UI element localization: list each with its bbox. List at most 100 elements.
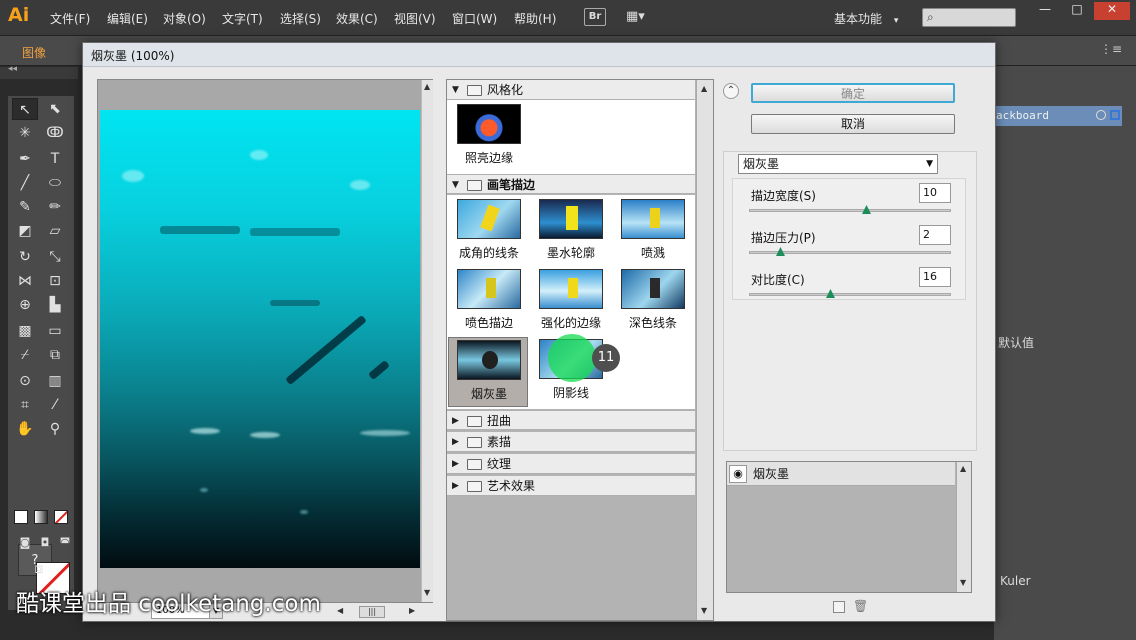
scroll-up-icon[interactable]: ▲ <box>424 82 430 91</box>
category-brush-strokes[interactable]: ▼ 画笔描边 <box>447 174 695 194</box>
column-graph-tool-icon[interactable]: ▥ <box>42 370 68 392</box>
scroll-down-icon[interactable]: ▼ <box>424 588 430 597</box>
free-transform-tool-icon[interactable]: ⊡ <box>42 270 68 292</box>
type-tool-icon[interactable]: T <box>42 148 68 170</box>
reset-defaults-label[interactable]: 默认值 <box>998 334 1034 351</box>
category-distort[interactable]: ▶ 扭曲 <box>447 410 695 430</box>
slider-thumb[interactable] <box>862 205 871 214</box>
blend-tool-icon[interactable]: ⧉ <box>42 344 68 366</box>
eraser-tool-icon[interactable]: ▱ <box>42 220 68 242</box>
preview-vertical-scrollbar[interactable]: ▲ ▼ <box>421 80 433 602</box>
bridge-button[interactable]: Br <box>584 8 606 26</box>
pen-tool-icon[interactable]: ✒ <box>12 148 38 170</box>
category-texture[interactable]: ▶ 纹理 <box>447 454 695 474</box>
menu-select[interactable]: 选择(S) <box>280 10 321 27</box>
kuler-panel-tab[interactable]: Kuler <box>1000 574 1031 588</box>
maximize-button[interactable]: □ <box>1062 2 1092 20</box>
category-artistic[interactable]: ▶ 艺术效果 <box>447 476 695 496</box>
filter-thumbnail[interactable]: 喷溅 <box>613 197 693 267</box>
scroll-up-icon[interactable]: ▲ <box>701 84 707 93</box>
scroll-left-icon[interactable]: ◀ <box>337 606 343 615</box>
mesh-tool-icon[interactable]: ▩ <box>12 320 38 342</box>
magic-wand-tool-icon[interactable]: ✳ <box>12 122 38 144</box>
menu-type[interactable]: 文字(T) <box>222 10 263 27</box>
filter-select[interactable]: 烟灰墨 ▼ <box>738 154 938 174</box>
menu-view[interactable]: 视图(V) <box>394 10 436 27</box>
selection-square-icon[interactable] <box>1110 110 1120 120</box>
line-tool-icon[interactable]: ╱ <box>12 172 38 194</box>
rotate-tool-icon[interactable]: ↻ <box>12 246 38 268</box>
blob-brush-tool-icon[interactable]: ◩ <box>12 220 38 242</box>
menu-edit[interactable]: 编辑(E) <box>107 10 148 27</box>
gradient-mode-icon[interactable] <box>34 510 48 524</box>
cancel-button[interactable]: 取消 <box>751 114 955 134</box>
width-tool-icon[interactable]: ⋈ <box>12 270 38 292</box>
paintbrush-tool-icon[interactable]: ✎ <box>12 196 38 218</box>
lasso-tool-icon[interactable]: ↂ <box>42 122 68 144</box>
perspective-grid-tool-icon[interactable]: ▙ <box>42 294 68 316</box>
minimize-button[interactable]: — <box>1030 2 1060 20</box>
collapse-gallery-button[interactable]: ⌃ <box>723 83 739 99</box>
contrast-slider[interactable] <box>749 289 951 298</box>
eye-icon[interactable]: ◉ <box>729 465 747 483</box>
screen-mode-icon[interactable]: ⧈ <box>26 558 52 580</box>
contrast-field[interactable]: 16 <box>919 267 951 287</box>
zoom-tool-icon[interactable]: ⚲ <box>42 418 68 440</box>
ellipse-tool-icon[interactable]: ⬭ <box>42 172 68 194</box>
slider-thumb[interactable] <box>776 247 785 256</box>
stroke-pressure-slider[interactable] <box>749 247 951 256</box>
target-circle-icon[interactable] <box>1096 110 1106 120</box>
scroll-right-icon[interactable]: ▶ <box>409 606 415 615</box>
none-mode-icon[interactable] <box>54 510 68 524</box>
browser-vertical-scrollbar[interactable]: ▲ ▼ <box>696 80 713 620</box>
gradient-tool-icon[interactable]: ▭ <box>42 320 68 342</box>
ok-button[interactable]: 确定 <box>751 83 955 103</box>
pencil-tool-icon[interactable]: ✏ <box>42 196 68 218</box>
eyedropper-tool-icon[interactable]: ⌿ <box>12 344 38 366</box>
filter-thumbnail[interactable]: 照亮边缘 <box>449 102 529 172</box>
preview-horizontal-scrollbar[interactable]: ◀ ||| ▶ <box>337 605 419 619</box>
collapse-arrows-icon[interactable]: ◂◂ <box>8 64 17 74</box>
direct-selection-tool-icon[interactable]: ⬉ <box>42 98 68 120</box>
slice-tool-icon[interactable]: ⁄ <box>42 394 68 416</box>
trash-icon[interactable]: 🗑 <box>853 599 868 613</box>
panel-menu-icon[interactable]: ⋮≡ <box>1100 42 1122 56</box>
scroll-down-icon[interactable]: ▼ <box>701 606 707 615</box>
color-mode-icon[interactable] <box>14 510 28 524</box>
category-stylize[interactable]: ▼ 风格化 <box>447 80 695 100</box>
scroll-up-icon[interactable]: ▲ <box>960 464 966 473</box>
close-button[interactable]: ✕ <box>1094 2 1130 20</box>
filter-thumbnail[interactable]: 墨水轮廓 <box>531 197 611 267</box>
filter-thumbnail[interactable]: 喷色描边 <box>449 267 529 337</box>
preview-pane[interactable]: ▲ ▼ <box>97 79 433 603</box>
selection-tool-icon[interactable]: ↖ <box>12 98 38 120</box>
menu-file[interactable]: 文件(F) <box>50 10 90 27</box>
stroke-pressure-field[interactable]: 2 <box>919 225 951 245</box>
scroll-down-icon[interactable]: ▼ <box>960 578 966 587</box>
slider-thumb[interactable] <box>826 289 835 298</box>
hand-tool-icon[interactable]: ✋ <box>12 418 38 440</box>
filter-thumbnail[interactable]: 强化的边缘 <box>531 267 611 337</box>
filter-thumbnail[interactable]: 深色线条 <box>613 267 693 337</box>
stroke-width-slider[interactable] <box>749 205 951 214</box>
control-bar-label[interactable]: 图像 <box>22 44 46 61</box>
draw-inside-icon[interactable]: ◚ <box>52 532 78 554</box>
menu-object[interactable]: 对象(O) <box>163 10 206 27</box>
menu-help[interactable]: 帮助(H) <box>514 10 556 27</box>
workspace-switcher[interactable]: 基本功能 ▾ <box>834 10 898 27</box>
shape-builder-tool-icon[interactable]: ⊕ <box>12 294 38 316</box>
layers-vertical-scrollbar[interactable]: ▲ ▼ <box>956 462 971 592</box>
menu-effect[interactable]: 效果(C) <box>336 10 378 27</box>
new-effect-layer-icon[interactable] <box>833 601 845 613</box>
category-sketch[interactable]: ▶ 素描 <box>447 432 695 452</box>
menu-window[interactable]: 窗口(W) <box>452 10 497 27</box>
scale-tool-icon[interactable]: ⤡ <box>42 246 68 268</box>
symbol-sprayer-tool-icon[interactable]: ⊙ <box>12 370 38 392</box>
filter-thumbnail[interactable]: 成角的线条 <box>449 197 529 267</box>
effect-layer-row[interactable]: ◉ 烟灰墨 <box>727 462 955 486</box>
filter-thumbnail-selected[interactable]: 烟灰墨 <box>448 337 528 407</box>
artboard-tool-icon[interactable]: ⌗ <box>12 394 38 416</box>
stroke-width-field[interactable]: 10 <box>919 183 951 203</box>
scroll-thumb[interactable]: ||| <box>359 606 385 618</box>
help-search-input[interactable]: ⌕ <box>922 8 1016 27</box>
